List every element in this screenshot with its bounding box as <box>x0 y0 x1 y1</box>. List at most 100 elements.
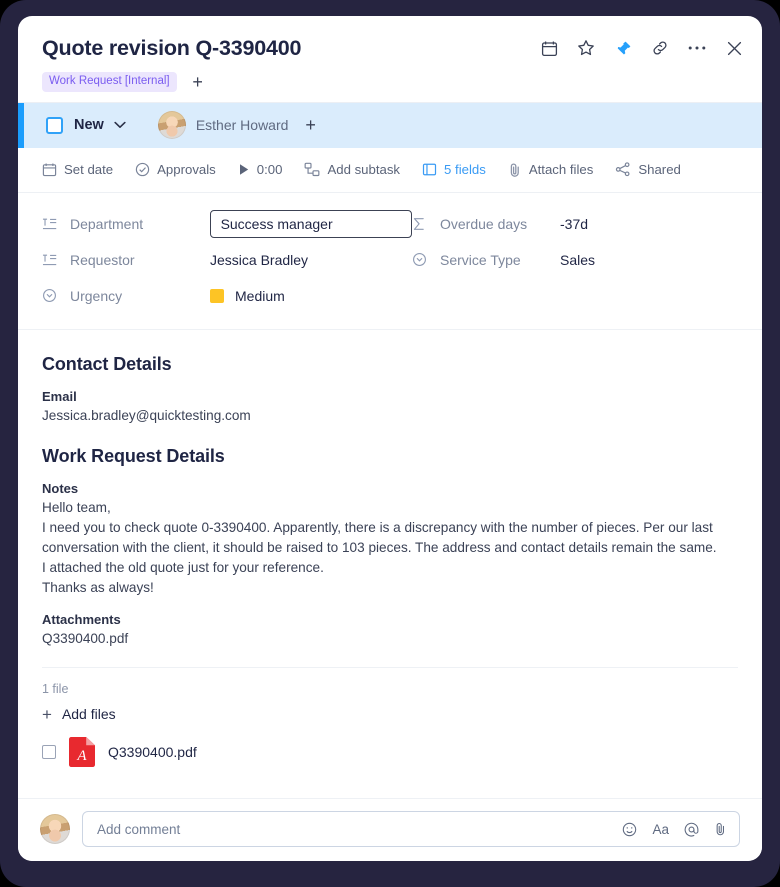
header-icon-group <box>539 38 744 58</box>
card-header: Quote revision Q-3390400 Work Request [I… <box>18 16 762 102</box>
play-icon <box>238 163 250 176</box>
notes-label: Notes <box>42 480 79 496</box>
desktop-background: Quote revision Q-3390400 Work Request [I… <box>0 0 780 887</box>
fields-icon <box>422 162 437 177</box>
paperclip-icon <box>508 162 522 178</box>
plus-icon: + <box>42 704 52 724</box>
link-icon[interactable] <box>650 38 670 58</box>
field-overdue-days: Overdue days -37d <box>412 211 595 237</box>
description-body: Contact Details Email Jessica.bradley@qu… <box>18 330 762 798</box>
tag-row: Work Request [Internal] + <box>42 71 740 92</box>
add-files-button[interactable]: + Add files <box>42 706 738 723</box>
overdue-days-value[interactable]: -37d <box>560 216 588 232</box>
file-list-item[interactable]: A Q3390400.pdf <box>42 736 738 767</box>
notes-line: I need you to check quote 0-3390400. App… <box>42 519 717 555</box>
notes-line: Thanks as always! <box>42 579 154 595</box>
action-approvals[interactable]: Approvals <box>135 162 216 177</box>
action-label: 5 fields <box>444 162 486 178</box>
comment-input[interactable] <box>95 820 623 838</box>
more-icon[interactable] <box>687 38 707 58</box>
work-request-details-heading: Work Request Details <box>42 445 225 466</box>
calendar-icon <box>42 162 57 177</box>
action-label: Set date <box>64 162 114 178</box>
text-format-icon[interactable]: Aa <box>652 822 669 837</box>
add-assignee-button[interactable]: + <box>305 116 316 134</box>
field-label: Department <box>70 215 144 232</box>
check-circle-icon <box>135 162 150 177</box>
assignee-group: Esther Howard + <box>157 111 316 140</box>
tag-work-request[interactable]: Work Request [Internal] <box>42 71 177 92</box>
comment-avatar <box>40 814 70 844</box>
fields-column-right: Overdue days -37d Service Type Sales <box>412 211 595 309</box>
task-detail-card: Quote revision Q-3390400 Work Request [I… <box>18 16 762 861</box>
action-set-date[interactable]: Set date <box>42 162 113 177</box>
file-select-checkbox[interactable] <box>42 744 56 759</box>
requestor-value[interactable]: Jessica Bradley <box>210 252 308 268</box>
notes-line: Hello team, <box>42 499 111 515</box>
field-label: Requestor <box>70 251 135 268</box>
pin-icon[interactable] <box>613 38 633 58</box>
attachments-value: Q3390400.pdf <box>42 630 129 646</box>
action-label: 0:00 <box>256 162 283 178</box>
attach-icon[interactable] <box>714 821 727 837</box>
pdf-icon: A <box>69 736 95 767</box>
share-icon <box>615 162 631 177</box>
action-attach-files[interactable]: Attach files <box>508 162 594 178</box>
file-name[interactable]: Q3390400.pdf <box>108 744 197 760</box>
avatar[interactable] <box>157 111 186 140</box>
emoji-icon[interactable] <box>622 822 637 837</box>
status-label[interactable]: New <box>74 117 104 133</box>
action-label: Add subtask <box>327 162 401 178</box>
calendar-icon[interactable] <box>539 38 559 58</box>
subtask-icon <box>304 162 320 177</box>
add-tag-button[interactable]: + <box>189 73 207 91</box>
urgency-value-wrap[interactable]: Medium <box>210 288 285 304</box>
attachments-label: Attachments <box>42 611 121 627</box>
service-type-value[interactable]: Sales <box>560 252 595 268</box>
close-icon[interactable] <box>724 38 744 58</box>
field-department: Department <box>42 209 412 238</box>
mention-icon[interactable] <box>684 822 699 837</box>
action-label: Approvals <box>157 162 216 178</box>
status-accent-bar <box>18 102 24 148</box>
assignee-name[interactable]: Esther Howard <box>196 117 289 133</box>
text-field-icon <box>42 253 62 267</box>
field-requestor: Requestor Jessica Bradley <box>42 247 412 273</box>
field-label: Urgency <box>70 287 123 304</box>
custom-fields-section: Department Requestor Jessica Bradley <box>18 193 762 330</box>
field-label: Overdue days <box>440 215 528 232</box>
file-count-label: 1 file <box>42 681 69 696</box>
action-bar: Set date Approvals 0:00 Add subtask 5 fi… <box>18 147 762 193</box>
action-add-subtask[interactable]: Add subtask <box>304 162 400 177</box>
files-section: 1 file + Add files A Q3390400.pdf <box>42 666 738 767</box>
action-label: Attach files <box>528 162 594 178</box>
comment-input-wrap[interactable]: Aa <box>82 811 740 847</box>
text-field-icon <box>42 217 62 231</box>
svg-text:A: A <box>76 748 87 764</box>
field-label: Service Type <box>440 251 521 268</box>
urgency-color-swatch <box>210 288 224 303</box>
dropdown-field-icon <box>42 288 62 303</box>
department-input[interactable] <box>209 209 412 238</box>
action-shared[interactable]: Shared <box>615 162 681 177</box>
star-icon[interactable] <box>576 38 596 58</box>
status-bar: New Esther Howard + <box>18 101 762 148</box>
action-timer[interactable]: 0:00 <box>238 162 283 178</box>
formula-icon <box>412 217 432 231</box>
notes-body: Hello team, I need you to check quote 0-… <box>42 498 738 598</box>
comment-bar: Aa <box>18 798 762 861</box>
action-label: Shared <box>638 162 681 178</box>
email-value: Jessica.bradley@quicktesting.com <box>42 407 251 423</box>
action-fields[interactable]: 5 fields <box>422 162 486 177</box>
email-label: Email <box>42 388 77 404</box>
field-urgency: Urgency Medium <box>42 283 412 309</box>
field-service-type: Service Type Sales <box>412 247 595 273</box>
comment-icon-group: Aa <box>622 821 727 837</box>
chevron-down-icon[interactable] <box>114 121 126 129</box>
task-complete-checkbox[interactable] <box>46 116 63 134</box>
add-files-label: Add files <box>61 706 116 723</box>
dropdown-field-icon <box>412 252 432 267</box>
notes-line: I attached the old quote just for your r… <box>42 559 324 575</box>
fields-column-left: Department Requestor Jessica Bradley <box>42 209 412 309</box>
